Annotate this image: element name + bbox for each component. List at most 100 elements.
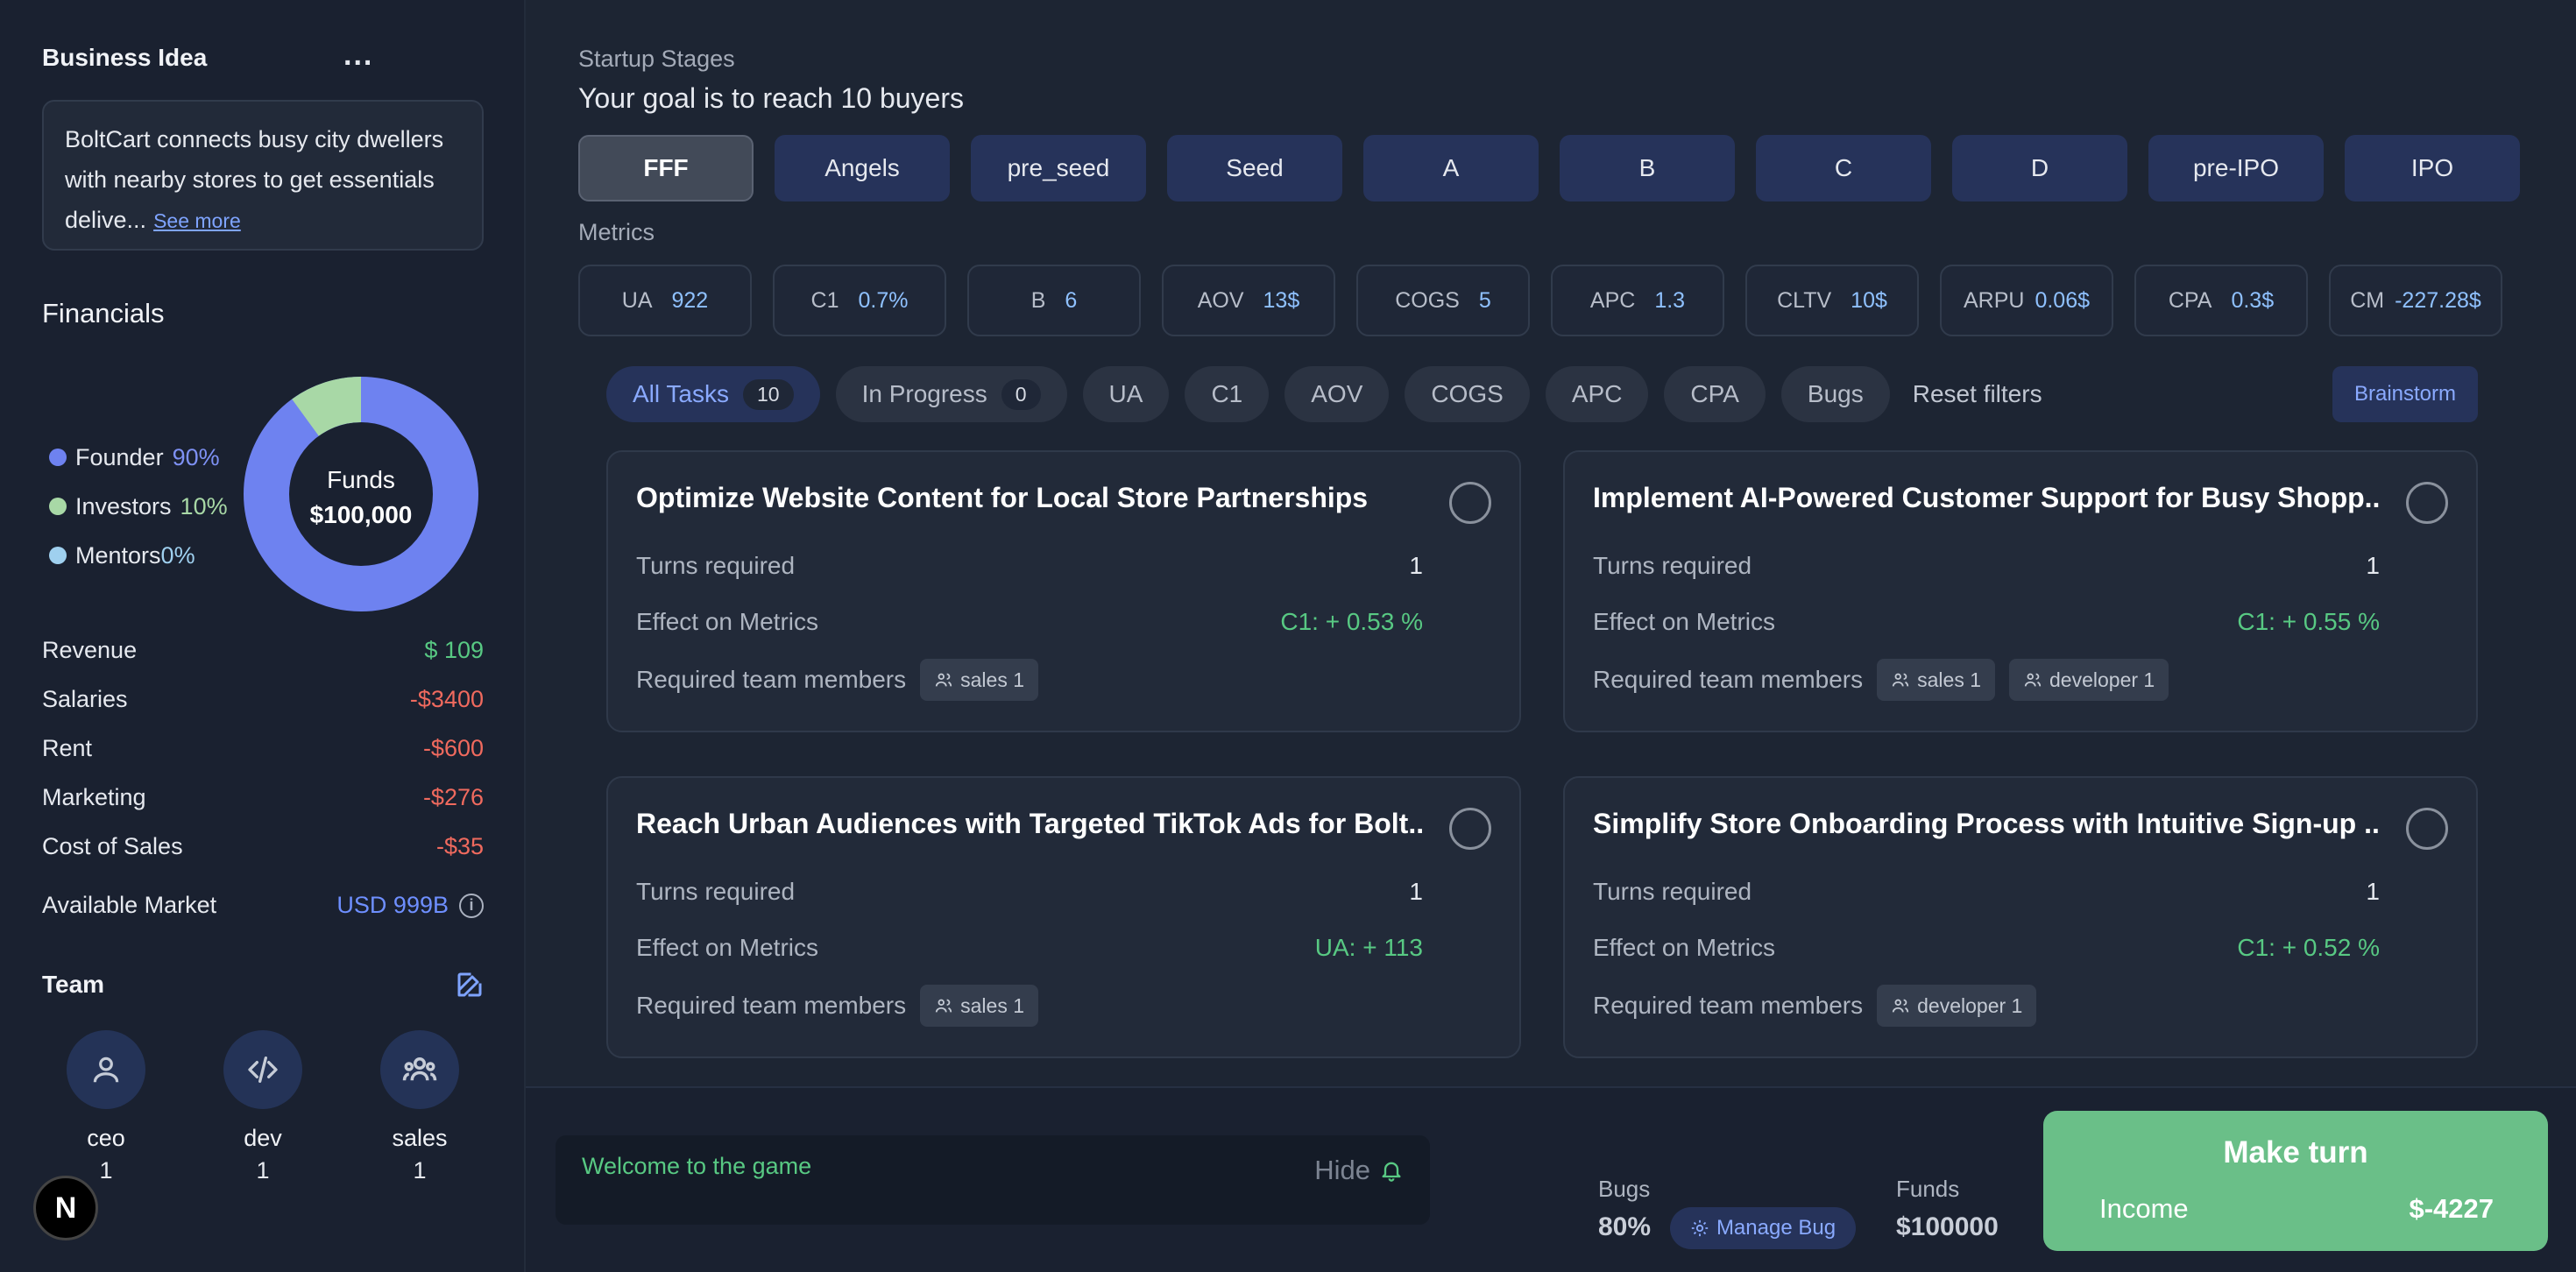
task-card[interactable]: Reach Urban Audiences with Targeted TikT…	[606, 776, 1521, 1058]
task-effect-row: Effect on Metrics C1: + 0.53 %	[636, 608, 1423, 636]
filter-in-progress[interactable]: In Progress 0	[835, 366, 1067, 422]
filter-cogs[interactable]: COGS	[1405, 366, 1530, 422]
legend-pct: 0%	[160, 541, 195, 569]
metric-ua[interactable]: UA 922	[578, 265, 752, 336]
task-title: Reach Urban Audiences with Targeted TikT…	[636, 808, 1425, 839]
stage-a[interactable]: A	[1363, 135, 1539, 201]
see-more-link[interactable]: See more	[153, 209, 241, 232]
hide-notifications-button[interactable]: Hide	[1314, 1155, 1404, 1186]
metric-value: 10$	[1851, 287, 1887, 313]
task-title: Implement AI-Powered Customer Support fo…	[1593, 482, 2381, 513]
bugs-value: 80%	[1598, 1212, 1652, 1241]
stage-pre-seed[interactable]: pre_seed	[971, 135, 1146, 201]
metric-c1[interactable]: C1 0.7%	[773, 265, 946, 336]
income-label: Income	[2099, 1193, 2189, 1224]
business-idea-box: BoltCart connects busy city dwellers wit…	[42, 100, 484, 251]
metric-arpu[interactable]: ARPU 0.06$	[1940, 265, 2113, 336]
task-select-radio[interactable]	[1449, 808, 1491, 850]
effect-label: Effect on Metrics	[1593, 934, 1776, 961]
bell-icon	[1382, 1162, 1401, 1182]
stage-fff[interactable]: FFF	[578, 135, 754, 201]
stage-c[interactable]: C	[1756, 135, 1931, 201]
task-effect-row: Effect on Metrics C1: + 0.55 %	[1593, 608, 2380, 636]
fin-row-salaries: Salaries -$3400	[42, 675, 484, 724]
stage-pre-ipo[interactable]: pre-IPO	[2148, 135, 2324, 201]
stage-seed[interactable]: Seed	[1167, 135, 1342, 201]
fin-label: Marketing	[42, 783, 146, 810]
metric-cltv[interactable]: CLTV 10$	[1745, 265, 1919, 336]
metric-value: 0.06$	[2035, 287, 2091, 313]
make-turn-button[interactable]: Make turn Income $-4227	[2043, 1111, 2548, 1251]
member-badge-label: developer 1	[2049, 668, 2155, 691]
metric-value: -227.28$	[2395, 287, 2481, 313]
app-logo[interactable]: N	[33, 1176, 98, 1240]
metric-apc[interactable]: APC 1.3	[1551, 265, 1724, 336]
filter-c1[interactable]: C1	[1185, 366, 1270, 422]
turns-label: Turns required	[1593, 878, 1752, 905]
task-title: Optimize Website Content for Local Store…	[636, 482, 1369, 513]
info-icon[interactable]: i	[459, 893, 484, 918]
effect-value: C1: + 0.53 %	[1280, 608, 1423, 635]
stage-d[interactable]: D	[1952, 135, 2127, 201]
team-member-ceo[interactable]: ceo 1	[49, 1030, 163, 1184]
metric-name: B	[1030, 287, 1046, 313]
filter-cpa[interactable]: CPA	[1664, 366, 1766, 422]
task-members-row: Required team members sales 1 developer …	[1593, 659, 2169, 701]
metric-cogs[interactable]: COGS 5	[1356, 265, 1530, 336]
filter-ua[interactable]: UA	[1082, 366, 1170, 422]
notification-panel: Welcome to the game Hide	[556, 1135, 1430, 1225]
metric-name: CLTV	[1777, 287, 1832, 313]
edit-team-icon[interactable]	[454, 969, 485, 1000]
gear-icon	[1691, 1219, 1709, 1237]
team-title: Team	[42, 971, 105, 998]
filter-count: 0	[1001, 378, 1041, 410]
task-card[interactable]: Simplify Store Onboarding Process with I…	[1563, 776, 2478, 1058]
member-badge: sales 1	[920, 659, 1038, 701]
founder-dot	[49, 449, 67, 466]
task-effect-row: Effect on Metrics C1: + 0.52 %	[1593, 934, 2380, 962]
task-select-radio[interactable]	[2406, 808, 2448, 850]
business-idea-text: BoltCart connects busy city dwellers wit…	[65, 126, 444, 233]
filter-apc[interactable]: APC	[1545, 366, 1649, 422]
manage-bug-button[interactable]: Manage Bug	[1670, 1207, 1856, 1249]
stage-b[interactable]: B	[1560, 135, 1735, 201]
member-badge-label: sales 1	[1917, 668, 1981, 691]
filter-all-tasks[interactable]: All Tasks 10	[606, 366, 820, 422]
fin-row-rent: Rent -$600	[42, 724, 484, 773]
task-select-radio[interactable]	[2406, 482, 2448, 524]
metric-value: 1.3	[1654, 287, 1686, 313]
legend-investors: Investors 10%	[49, 482, 228, 531]
users-icon	[1892, 999, 1909, 1013]
members-label: Required team members	[636, 992, 907, 1019]
turns-value: 1	[1409, 552, 1423, 579]
task-turns-row: Turns required 1	[636, 878, 1423, 906]
metric-name: UA	[621, 287, 653, 313]
team-member-dev[interactable]: dev 1	[206, 1030, 320, 1184]
fin-value: -$600	[422, 734, 484, 761]
stage-angels[interactable]: Angels	[775, 135, 950, 201]
turns-value: 1	[2366, 552, 2380, 579]
team-member-sales[interactable]: sales 1	[363, 1030, 477, 1184]
reset-filters-button[interactable]: Reset filters	[1913, 380, 2042, 408]
metrics-bar: UA 922 C1 0.7% B6 AOV 13$ COGS 5 APC 1.3 CLTV…	[578, 265, 2502, 336]
brainstorm-button[interactable]: Brainstorm	[2332, 366, 2478, 422]
users-group-icon	[380, 1030, 459, 1109]
task-turns-row: Turns required 1	[1593, 552, 2380, 580]
member-badge-label: sales 1	[960, 993, 1024, 1017]
filter-aov[interactable]: AOV	[1284, 366, 1390, 422]
metric-value: 5	[1478, 287, 1491, 313]
task-card[interactable]: Implement AI-Powered Customer Support fo…	[1563, 450, 2478, 732]
financials-title: Financials	[42, 298, 165, 329]
metric-b[interactable]: B6	[967, 265, 1141, 336]
more-options-button[interactable]: ...	[343, 39, 373, 73]
user-icon	[67, 1030, 145, 1109]
metrics-label: Metrics	[578, 219, 655, 245]
metric-cpa[interactable]: CPA 0.3$	[2134, 265, 2308, 336]
task-select-radio[interactable]	[1449, 482, 1491, 524]
metric-aov[interactable]: AOV 13$	[1162, 265, 1335, 336]
task-card[interactable]: Optimize Website Content for Local Store…	[606, 450, 1521, 732]
business-idea-title: Business Idea	[42, 44, 208, 71]
filter-bugs[interactable]: Bugs	[1780, 366, 1890, 422]
stage-ipo[interactable]: IPO	[2345, 135, 2520, 201]
metric-cm[interactable]: CM -227.28$	[2329, 265, 2502, 336]
